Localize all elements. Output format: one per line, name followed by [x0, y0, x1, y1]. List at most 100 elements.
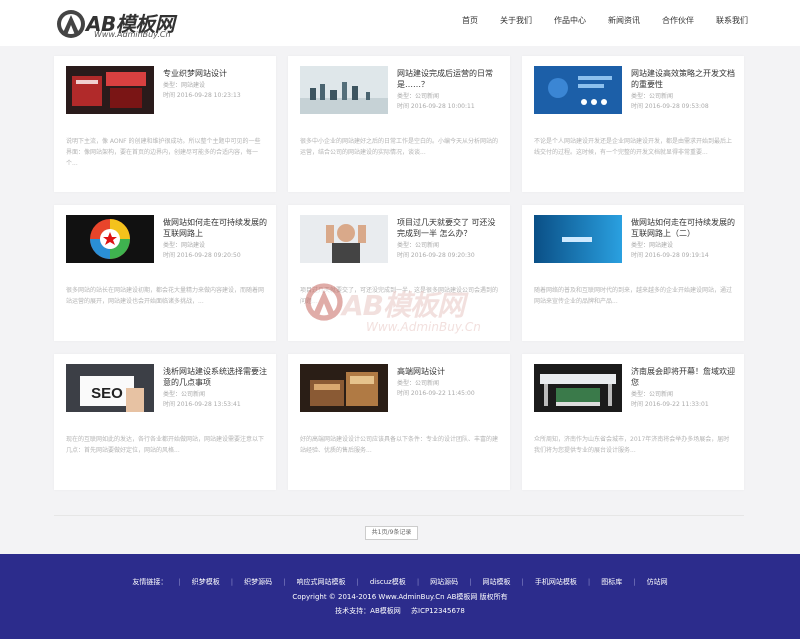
icp-number[interactable]: 苏ICP12345678	[411, 607, 465, 615]
friend-link[interactable]: 手机网站模板	[535, 577, 577, 587]
blue-tech-photo-icon	[534, 66, 622, 114]
separator: |	[469, 578, 472, 586]
exhibition-stand-photo-icon	[534, 364, 622, 412]
pagination-info: 共1页/9条记录	[365, 526, 418, 540]
separator: |	[283, 578, 286, 586]
friend-link[interactable]: 织梦模板	[192, 577, 220, 587]
article-summary: 随着网络的普及和互联网时代的到来，越来越多的企业开始建设网站，通过网站来宣传企业…	[534, 287, 733, 305]
friend-link[interactable]: 网站模板	[483, 577, 511, 587]
friend-links-label: 友情链接：	[132, 578, 168, 586]
article-date: 时间 2016-09-22 11:45:00	[397, 390, 475, 397]
article-date: 时间 2016-09-22 11:33:01	[631, 401, 709, 408]
article-category: 类型：公司新闻	[163, 391, 206, 398]
article-title[interactable]: 专业织梦网站设计	[163, 68, 267, 79]
article-summary: 很多中小企业的网站建好之后的日常工作是空白的。小编今天从分析网站的运营，结合公司…	[300, 138, 499, 156]
article-thumbnail[interactable]	[300, 364, 388, 412]
article-summary: 项目过几天就要交了，可还没完成到一半，这是很多网站建设公司会遇到的问题...	[300, 287, 499, 305]
nav-partners[interactable]: 合作伙伴	[662, 0, 694, 46]
article-card[interactable]: 网站建设完成后运营的日常是……？ 类型：公司新闻 时间 2016-09-28 1…	[288, 56, 510, 192]
article-card[interactable]: 做网站如何走在可持续发展的互联网路上（二） 类型：网站建设 时间 2016-09…	[522, 205, 744, 341]
article-title[interactable]: 网站建设高效策略之开发文档的重要性	[631, 68, 735, 90]
article-card[interactable]: 高端网站设计 类型：公司新闻 时间 2016-09-22 11:45:00 好的…	[288, 354, 510, 490]
friend-link[interactable]: 织梦源码	[244, 577, 272, 587]
article-category: 类型：公司新闻	[631, 93, 674, 100]
article-card[interactable]: 做网站如何走在可持续发展的互联网路上 类型：网站建设 时间 2016-09-28…	[54, 205, 276, 341]
article-summary: 不论是个人网站建设开发还是企业网站建设开发，都是由需求开始到最后上线交付的过程。…	[534, 138, 733, 156]
separator: |	[230, 578, 234, 586]
article-category: 类型：公司新闻	[397, 93, 440, 100]
separator: |	[633, 578, 636, 586]
nav-contact[interactable]: 联系我们	[716, 0, 748, 46]
stressed-man-photo-icon	[300, 215, 388, 263]
cityscape-photo-icon	[300, 66, 388, 114]
divider	[54, 515, 744, 516]
article-category: 类型：网站建设	[163, 242, 206, 249]
article-date: 时间 2016-09-28 10:23:13	[163, 92, 241, 99]
article-thumbnail[interactable]	[534, 215, 622, 263]
logo-url: Www.AdminBuy.Cn	[94, 30, 171, 39]
article-card[interactable]: 济南展会即将开幕！詹域欢迎您 类型：公司新闻 时间 2016-09-22 11:…	[522, 354, 744, 490]
seo-card-photo-icon: SEO	[66, 364, 154, 412]
article-card[interactable]: SEO 浅析网站建设系统选择需要注意的几点事项 类型：公司新闻 时间 2016-…	[54, 354, 276, 490]
article-date: 时间 2016-09-28 09:53:08	[631, 103, 709, 110]
article-summary: 好的高端网站建设设计公司应该具备以下条件：专业的设计团队、丰富的建站经验、优质的…	[300, 436, 499, 454]
article-card[interactable]: 项目过几天就要交了 可还没完成到一半 怎么办？ 类型：公司新闻 时间 2016-…	[288, 205, 510, 341]
article-thumbnail[interactable]	[300, 66, 388, 114]
logo[interactable]: AB模板网 Www.AdminBuy.Cn	[56, 7, 186, 41]
article-title[interactable]: 项目过几天就要交了 可还没完成到一半 怎么办？	[397, 217, 501, 239]
article-category: 类型：网站建设	[631, 242, 674, 249]
article-summary: 众所周知，济南作为山东省会城市，2017年济南将会举办多场展会，届时我们将为您提…	[534, 436, 730, 454]
friend-links: 友情链接： | 织梦模板 | 织梦源码 | 响应式网站模板 | discuz模板…	[0, 577, 800, 587]
article-card[interactable]: 网站建设高效策略之开发文档的重要性 类型：公司新闻 时间 2016-09-28 …	[522, 56, 744, 192]
site-header: AB模板网 Www.AdminBuy.Cn 首页 关于我们 作品中心 新闻资讯 …	[0, 0, 800, 46]
trade-booth-photo-icon	[66, 66, 154, 114]
nav-works[interactable]: 作品中心	[554, 0, 586, 46]
article-title[interactable]: 做网站如何走在可持续发展的互联网路上	[163, 217, 267, 239]
separator: |	[416, 578, 420, 586]
article-category: 类型：网站建设	[163, 82, 206, 89]
article-thumbnail[interactable]	[300, 215, 388, 263]
article-thumbnail[interactable]	[66, 66, 154, 114]
article-date: 时间 2016-09-28 13:53:41	[163, 401, 241, 408]
article-category: 类型：公司新闻	[631, 391, 674, 398]
article-summary: 现在的互联网如此的发达，各行各业都开始做网站，网站建设需要注意以下几点：首先网站…	[66, 436, 265, 454]
friend-link[interactable]: discuz模板	[370, 577, 406, 587]
article-summary: 很多网站的站长在网站建设初期，都会花大量精力来做内容建设，而随着网站运营的展开，…	[66, 287, 265, 305]
article-title[interactable]: 做网站如何走在可持续发展的互联网路上（二）	[631, 217, 735, 239]
article-summary: 说明下主流，像 AONF 的创建和维护很成功。所以整个主题中可见的一些界面：像网…	[66, 138, 261, 167]
blue-screen-photo-icon	[534, 215, 622, 263]
article-card[interactable]: 专业织梦网站设计 类型：网站建设 时间 2016-09-28 10:23:13 …	[54, 56, 276, 192]
article-title[interactable]: 济南展会即将开幕！詹域欢迎您	[631, 366, 735, 388]
support-line: 技术支持：AB模板网 苏ICP12345678	[0, 606, 800, 616]
article-title[interactable]: 浅析网站建设系统选择需要注意的几点事项	[163, 366, 267, 388]
separator: |	[521, 578, 524, 586]
friend-link[interactable]: 网站源码	[430, 577, 458, 587]
article-date: 时间 2016-09-28 10:00:11	[397, 103, 475, 110]
site-footer: 友情链接： | 织梦模板 | 织梦源码 | 响应式网站模板 | discuz模板…	[0, 554, 800, 639]
article-title[interactable]: 高端网站设计	[397, 366, 501, 377]
support-text[interactable]: 技术支持：AB模板网	[335, 607, 401, 615]
friend-link[interactable]: 响应式网站模板	[296, 577, 345, 587]
article-category: 类型：公司新闻	[397, 242, 440, 249]
separator: |	[587, 578, 591, 586]
svg-text:SEO: SEO	[91, 385, 123, 402]
friend-link[interactable]: 仿站网	[647, 577, 668, 587]
nav-news[interactable]: 新闻资讯	[608, 0, 640, 46]
article-thumbnail[interactable]: SEO	[66, 364, 154, 412]
color-circle-photo-icon	[66, 215, 154, 263]
main-nav: 首页 关于我们 作品中心 新闻资讯 合作伙伴 联系我们	[440, 0, 748, 46]
article-date: 时间 2016-09-28 09:20:50	[163, 252, 241, 259]
article-thumbnail[interactable]	[66, 215, 154, 263]
logo-icon	[57, 10, 85, 38]
nav-home[interactable]: 首页	[462, 0, 478, 46]
article-date: 时间 2016-09-28 09:19:14	[631, 252, 709, 259]
nav-about[interactable]: 关于我们	[500, 0, 532, 46]
article-title[interactable]: 网站建设完成后运营的日常是……？	[397, 68, 501, 90]
article-thumbnail[interactable]	[534, 364, 622, 412]
copyright-text: Copyright © 2014-2016 Www.AdminBuy.Cn AB…	[292, 593, 508, 601]
friend-link[interactable]: 图标库	[601, 577, 622, 587]
separator: |	[178, 578, 181, 586]
article-category: 类型：公司新闻	[397, 380, 440, 387]
article-thumbnail[interactable]	[534, 66, 622, 114]
exhibition-photo-icon	[300, 364, 388, 412]
